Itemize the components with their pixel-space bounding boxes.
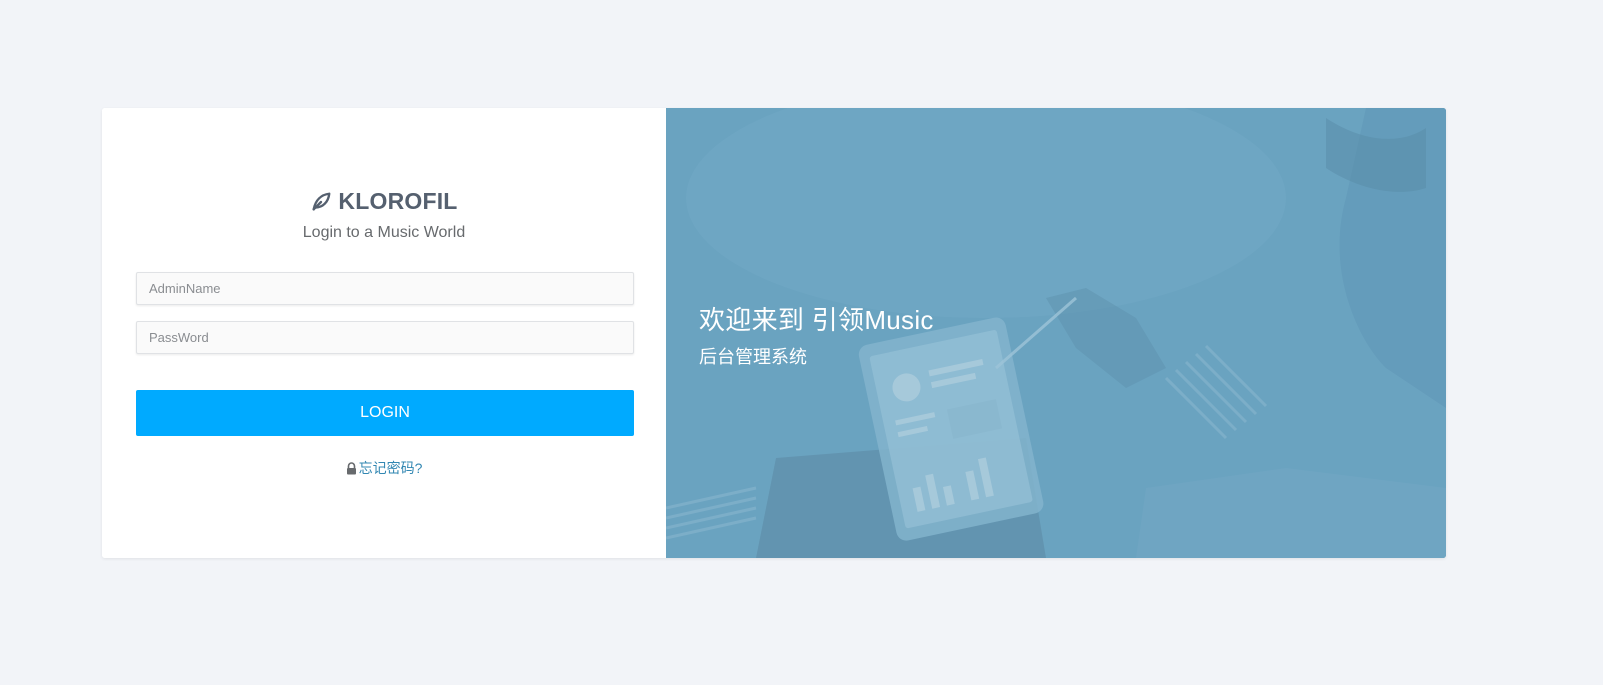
login-panel: KLOROFIL Login to a Music World LOGIN 忘记… bbox=[102, 108, 666, 558]
admin-name-input[interactable] bbox=[136, 272, 634, 305]
leaf-icon bbox=[310, 191, 332, 213]
hero-panel: 欢迎来到 引领Music 后台管理系统 bbox=[666, 108, 1446, 558]
forgot-password-label: 忘记密码? bbox=[358, 460, 423, 476]
lock-icon bbox=[346, 461, 357, 475]
logo: KLOROFIL bbox=[310, 188, 457, 215]
hero-subtitle: 后台管理系统 bbox=[699, 347, 807, 367]
login-subtitle: Login to a Music World bbox=[302, 223, 466, 241]
forgot-password-link[interactable]: 忘记密码? bbox=[346, 458, 423, 478]
password-input[interactable] bbox=[136, 321, 634, 354]
login-card: KLOROFIL Login to a Music World LOGIN 忘记… bbox=[102, 108, 1446, 558]
logo-text: KLOROFIL bbox=[338, 188, 458, 214]
forgot-password: 忘记密码? bbox=[102, 458, 666, 478]
hero-title: 欢迎来到 引领Music bbox=[699, 305, 934, 335]
brand-header: KLOROFIL Login to a Music World bbox=[102, 188, 666, 242]
hero-text: 欢迎来到 引领Music 后台管理系统 bbox=[699, 300, 934, 369]
login-button[interactable]: LOGIN bbox=[136, 390, 634, 436]
